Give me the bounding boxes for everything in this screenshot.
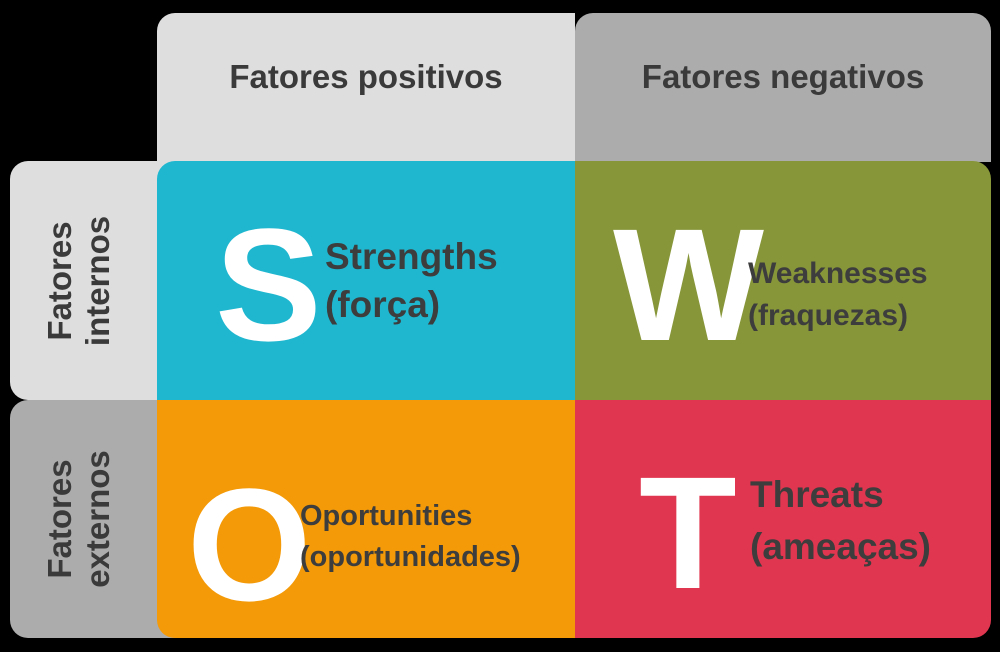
column-header-positive: Fatores positivos	[157, 13, 575, 162]
threats-subtitle: (ameaças)	[750, 526, 932, 567]
opportunities-title: Oportunities	[300, 500, 473, 532]
quadrant-weaknesses: W Weaknesses (fraquezas)	[575, 161, 991, 400]
strengths-title: Strengths	[325, 236, 498, 277]
weaknesses-title: Weaknesses	[748, 257, 928, 290]
column-header-negative-label: Fatores negativos	[641, 57, 925, 95]
threats-title: Threats	[750, 474, 884, 515]
opportunities-text: Oportunities (oportunidades)	[300, 496, 521, 578]
weaknesses-subtitle: (fraquezas)	[748, 299, 909, 332]
quadrant-strengths: S Strengths (força)	[157, 161, 575, 400]
row-header-internal-line1: Fatores	[41, 220, 78, 341]
weaknesses-letter: W	[613, 195, 765, 374]
opportunities-letter: O	[187, 455, 312, 634]
quadrant-opportunities: O Oportunities (oportunidades)	[157, 400, 575, 638]
row-header-external: Fatores externos	[10, 400, 180, 638]
row-header-external-line2: externos	[79, 450, 116, 588]
strengths-letter: S	[215, 195, 322, 374]
row-header-internal-label: Fatores internos	[41, 215, 117, 345]
weaknesses-text: Weaknesses (fraquezas)	[748, 253, 928, 337]
strengths-subtitle: (força)	[325, 284, 441, 325]
row-header-internal-line2: internos	[79, 215, 116, 346]
threats-text: Threats (ameaças)	[750, 469, 931, 573]
column-header-negative: Fatores negativos	[575, 13, 991, 162]
opportunities-subtitle: (oportunidades)	[300, 541, 521, 573]
row-header-external-label: Fatores externos	[41, 450, 117, 588]
column-header-positive-label: Fatores positivos	[229, 57, 503, 95]
threats-letter: T	[639, 443, 737, 622]
row-header-internal: Fatores internos	[10, 161, 180, 400]
row-header-external-line1: Fatores	[41, 459, 78, 579]
strengths-text: Strengths (força)	[325, 233, 498, 329]
quadrant-threats: T Threats (ameaças)	[575, 400, 991, 638]
